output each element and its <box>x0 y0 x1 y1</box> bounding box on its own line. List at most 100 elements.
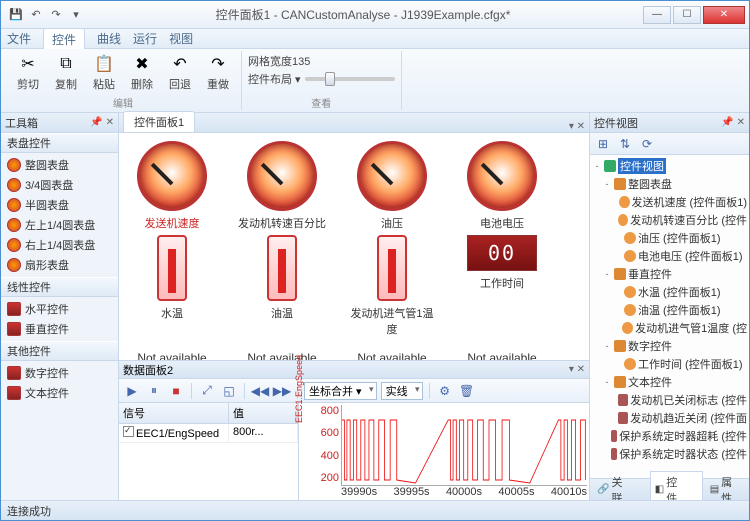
tool-item[interactable]: 半圆表盘 <box>1 195 118 215</box>
zoom-out-button[interactable]: ⤢ <box>198 382 216 400</box>
tree-node[interactable]: 油压 (控件面板1) <box>592 229 747 247</box>
tree-node[interactable]: 发送机速度 (控件面板1) <box>592 193 747 211</box>
tool-item[interactable]: 水平控件 <box>1 299 118 319</box>
tree-node[interactable]: -数字控件 <box>592 337 747 355</box>
tree-node[interactable]: 发动机转速百分比 (控件 <box>592 211 747 229</box>
tree-node[interactable]: 发动机进气管1温度 (控 <box>592 319 747 337</box>
digit-label: 工作时间 <box>480 275 524 291</box>
tool-item[interactable]: 文本控件 <box>1 383 118 403</box>
menu-curves[interactable]: 曲线 <box>97 30 121 47</box>
ribbon-删除[interactable]: ✖删除 <box>125 51 159 92</box>
grid-slider[interactable] <box>305 77 395 81</box>
next-button[interactable]: ▶▶ <box>273 382 291 400</box>
qat-more[interactable]: ▾ <box>67 6 85 24</box>
tree-node[interactable]: -整圆表盘 <box>592 175 747 193</box>
axis-combo[interactable]: 坐标合并 ▾ <box>304 382 377 400</box>
qat-save[interactable]: 💾 <box>7 6 25 24</box>
canvas-tab-close[interactable]: ▾ ✕ <box>569 121 585 132</box>
col-signal[interactable]: 信号 <box>119 403 229 423</box>
toolbox-pin-icon[interactable]: 📌 ✕ <box>90 117 114 128</box>
chart-area[interactable]: EEC1.EngSpeed 800600400200 39990s39995s4… <box>299 403 589 500</box>
gauge-widget[interactable] <box>357 141 427 211</box>
ribbon-粘贴[interactable]: 📋粘贴 <box>87 51 121 92</box>
prev-button[interactable]: ◀◀ <box>251 382 269 400</box>
tree-node[interactable]: 发动机趋近关闭 (控件面 <box>592 409 747 427</box>
tool-item[interactable]: 右上1/4圆表盘 <box>1 235 118 255</box>
toolbox-section[interactable]: 表盘控件 <box>1 133 118 153</box>
tool-item[interactable]: 扇形表盘 <box>1 255 118 275</box>
tree-node[interactable]: 发动机已关闭标志 (控件 <box>592 391 747 409</box>
canvas-tab[interactable]: 控件面板1 <box>123 111 195 132</box>
tool-item[interactable]: 整圆表盘 <box>1 155 118 175</box>
pause-button[interactable]: ⏸ <box>145 382 163 400</box>
menu-view[interactable]: 视图 <box>169 30 193 47</box>
gauge-widget[interactable] <box>467 141 537 211</box>
tool-item[interactable]: 数字控件 <box>1 363 118 383</box>
signal-checkbox[interactable] <box>123 426 134 437</box>
signal-grid[interactable]: 信号 值 EEC1/EngSpeed 800r... <box>119 403 299 500</box>
toolbox-section[interactable]: 其他控件 <box>1 341 118 361</box>
tree-node[interactable]: 保护系统定时器超耗 (控件 <box>592 427 747 445</box>
text-widget[interactable]: Not available <box>347 341 437 360</box>
thermometer-widget[interactable] <box>157 235 187 301</box>
play-button[interactable]: ▶ <box>123 382 141 400</box>
col-value[interactable]: 值 <box>229 403 298 423</box>
qat-redo[interactable]: ↷ <box>47 6 65 24</box>
y-tick: 600 <box>321 427 339 439</box>
data-panel-tab[interactable]: 数据面板2 <box>123 362 173 378</box>
ribbon-回退[interactable]: ↶回退 <box>163 51 197 92</box>
line-style-combo[interactable]: 实线 <box>381 382 423 400</box>
tree-node-icon <box>624 250 636 262</box>
tree-node[interactable]: -文本控件 <box>592 373 747 391</box>
gauge-widget[interactable] <box>247 141 317 211</box>
tree-refresh-button[interactable]: ⟳ <box>638 135 656 153</box>
tool-icon <box>7 258 21 272</box>
tree-pin-icon[interactable]: 📌 ✕ <box>721 117 745 128</box>
text-widget[interactable]: Not available <box>127 341 217 360</box>
tree-node[interactable]: -垂直控件 <box>592 265 747 283</box>
digital-widget[interactable]: 00 <box>467 235 537 271</box>
tree-sort-button[interactable]: ⇅ <box>616 135 634 153</box>
stop-button[interactable]: ■ <box>167 382 185 400</box>
tree-node-icon <box>611 430 618 442</box>
tree-root[interactable]: 控件视图 <box>618 158 666 174</box>
gauge-widget[interactable] <box>137 141 207 211</box>
design-canvas[interactable]: 发送机速度发动机转速百分比油压电池电压 水温油温发动机进气管1温度00工作时间 … <box>119 133 589 360</box>
tree-node[interactable]: 油温 (控件面板1) <box>592 301 747 319</box>
ribbon-剪切[interactable]: ✂剪切 <box>11 51 45 92</box>
thermometer-widget[interactable] <box>267 235 297 301</box>
thermometer-widget[interactable] <box>377 235 407 301</box>
tree-node[interactable]: 工作时间 (控件面板1) <box>592 355 747 373</box>
tool-item[interactable]: 垂直控件 <box>1 319 118 339</box>
control-tree[interactable]: -控件视图 -整圆表盘发送机速度 (控件面板1)发动机转速百分比 (控件油压 (… <box>590 155 749 478</box>
tree-node[interactable]: 电池电压 (控件面板1) <box>592 247 747 265</box>
settings-button[interactable]: ⚙ <box>436 382 454 400</box>
menu-file[interactable]: 文件 <box>7 30 31 47</box>
grid-width-label: 网格宽度135 <box>248 53 310 69</box>
tool-item[interactable]: 3/4圆表盘 <box>1 175 118 195</box>
status-bar: 连接成功 <box>1 500 749 520</box>
ribbon-复制[interactable]: ⧉复制 <box>49 51 83 92</box>
text-widget[interactable]: Not available <box>457 341 547 360</box>
data-toolbar: ▶ ⏸ ■ ⤢ ◱ ◀◀ ▶▶ 坐标合并 ▾ 实线 ⚙ 🗑 <box>119 379 589 403</box>
menu-controls[interactable]: 控件 <box>43 28 85 50</box>
tree-expand-button[interactable]: ⊞ <box>594 135 612 153</box>
value-cell: 800r... <box>229 424 298 442</box>
signal-cell[interactable]: EEC1/EngSpeed <box>119 424 229 442</box>
ribbon-重做[interactable]: ↷重做 <box>201 51 235 92</box>
layout-dropdown[interactable]: 控件布局 ▾ <box>248 71 301 87</box>
zoom-reset-button[interactable]: ◱ <box>220 382 238 400</box>
data-panel-close[interactable]: ▾ ✕ <box>569 364 585 375</box>
menu-run[interactable]: 运行 <box>133 30 157 47</box>
tree-node[interactable]: 水温 (控件面板1) <box>592 283 747 301</box>
maximize-button[interactable]: ☐ <box>673 6 701 24</box>
therm-label: 油温 <box>271 305 293 321</box>
minimize-button[interactable]: — <box>643 6 671 24</box>
clear-button[interactable]: 🗑 <box>458 382 476 400</box>
toolbox-section[interactable]: 线性控件 <box>1 277 118 297</box>
close-button[interactable]: ✕ <box>703 6 745 24</box>
tree-node[interactable]: 保护系统定时器状态 (控件 <box>592 445 747 463</box>
tool-item[interactable]: 左上1/4圆表盘 <box>1 215 118 235</box>
qat-undo[interactable]: ↶ <box>27 6 45 24</box>
text-widget[interactable]: Not available <box>237 341 327 360</box>
